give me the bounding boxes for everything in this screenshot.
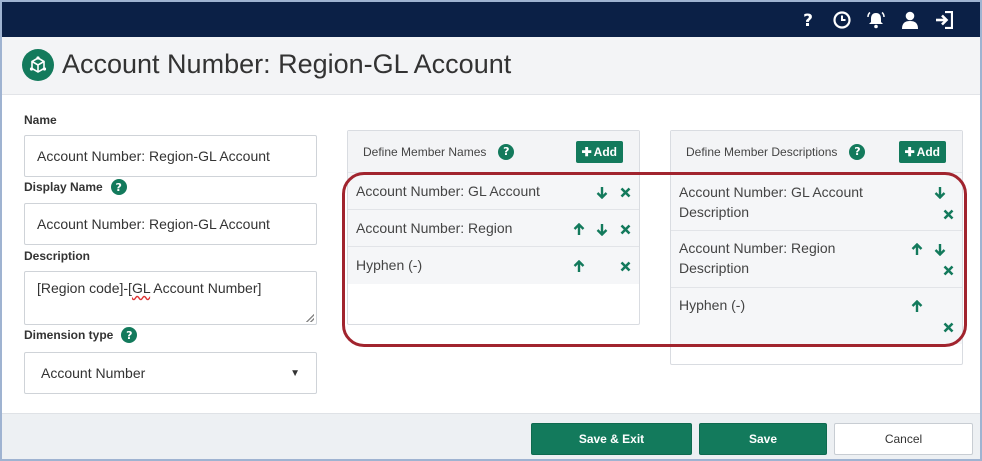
dimension-cube-icon xyxy=(22,49,54,81)
member-name-label: Account Number: GL Account xyxy=(356,183,540,199)
remove-icon[interactable] xyxy=(618,259,632,273)
help-icon[interactable]: ? xyxy=(498,143,515,160)
arrow-down-icon[interactable] xyxy=(933,185,947,199)
remove-icon[interactable] xyxy=(618,185,632,199)
member-description-label: Hyphen (-) xyxy=(679,295,745,315)
notifications-icon[interactable] xyxy=(866,10,886,30)
app-window: ? Account Number: Region-GL Account Name… xyxy=(0,0,982,461)
arrow-up-icon[interactable] xyxy=(910,242,924,256)
save-button[interactable]: Save xyxy=(699,423,827,455)
name-label-text: Name xyxy=(24,113,57,127)
display-name-input[interactable]: Account Number: Region-GL Account xyxy=(24,203,317,245)
remove-icon[interactable] xyxy=(941,320,955,334)
member-name-label: Hyphen (-) xyxy=(356,257,423,273)
remove-icon[interactable] xyxy=(941,263,955,277)
description-line: Account Number: GL Account xyxy=(679,184,863,200)
help-icon[interactable]: ? xyxy=(849,143,866,160)
member-descriptions-panel: Define Member Descriptions ? ✚ Add Accou… xyxy=(670,130,963,365)
plus-icon: ✚ xyxy=(581,145,592,159)
display-name-label: Display Name ? xyxy=(24,179,127,195)
description-line: Hyphen (-) xyxy=(679,297,746,313)
page-header: Account Number: Region-GL Account xyxy=(2,37,980,95)
dimension-type-label: Dimension type ? xyxy=(24,327,138,343)
description-line: Description xyxy=(679,260,750,276)
svg-text:?: ? xyxy=(803,11,813,29)
member-description-label: Account Number: GL Account Description xyxy=(679,182,863,222)
arrow-up-icon[interactable] xyxy=(572,222,586,236)
description-label-text: Description xyxy=(24,249,91,263)
description-text-part: Account Number] xyxy=(150,280,262,296)
description-label: Description xyxy=(24,249,90,263)
description-textarea[interactable]: [Region code]-[GL Account Number] xyxy=(24,271,317,325)
name-input-value: Account Number: Region-GL Account xyxy=(37,148,270,164)
dimension-type-label-text: Dimension type xyxy=(24,328,114,342)
top-navigation-bar: ? xyxy=(2,2,980,37)
add-member-name-button[interactable]: ✚ Add xyxy=(575,141,623,163)
remove-icon[interactable] xyxy=(618,222,632,236)
description-line: Account Number: Region xyxy=(679,240,836,256)
caret-down-icon: ▼ xyxy=(290,367,300,379)
name-label: Name xyxy=(24,113,57,127)
arrow-up-icon[interactable] xyxy=(572,259,586,273)
member-name-label: Account Number: Region xyxy=(356,220,513,236)
spellcheck-word: GL xyxy=(131,280,151,296)
resize-handle[interactable] xyxy=(306,314,314,322)
member-descriptions-header: Define Member Descriptions ? ✚ Add xyxy=(671,131,962,173)
cancel-button[interactable]: Cancel xyxy=(834,423,973,455)
list-item: Account Number: GL Account xyxy=(348,173,639,210)
top-icons: ? xyxy=(798,9,954,31)
display-name-input-value: Account Number: Region-GL Account xyxy=(37,216,270,232)
dimension-type-value: Account Number xyxy=(41,365,146,381)
member-names-title: Define Member Names xyxy=(363,144,487,159)
arrow-down-icon[interactable] xyxy=(933,242,947,256)
list-item: Account Number: GL Account Description xyxy=(671,173,962,231)
sign-out-icon[interactable] xyxy=(934,10,954,30)
help-icon[interactable]: ? xyxy=(798,10,818,30)
description-text-part: [Region code]-[ xyxy=(37,280,132,296)
list-item: Hyphen (-) xyxy=(671,288,962,344)
member-names-header: Define Member Names ? ✚ Add xyxy=(348,131,639,173)
list-item: Account Number: Region Description xyxy=(671,231,962,288)
footer-bar: Save & Exit Save Cancel xyxy=(2,413,980,459)
arrow-down-icon[interactable] xyxy=(595,222,609,236)
arrow-down-icon[interactable] xyxy=(595,185,609,199)
arrow-up-icon[interactable] xyxy=(910,299,924,313)
display-name-label-text: Display Name xyxy=(24,180,103,194)
remove-icon[interactable] xyxy=(941,207,955,221)
help-icon[interactable]: ? xyxy=(121,327,138,343)
history-icon[interactable] xyxy=(832,10,852,30)
list-item: Hyphen (-) xyxy=(348,247,639,284)
page-title: Account Number: Region-GL Account xyxy=(62,49,512,79)
plus-icon: ✚ xyxy=(904,145,915,159)
name-input[interactable]: Account Number: Region-GL Account xyxy=(24,135,317,177)
help-icon[interactable]: ? xyxy=(110,179,127,195)
member-description-label: Account Number: Region Description xyxy=(679,238,835,278)
member-names-panel: Define Member Names ? ✚ Add Account Numb… xyxy=(347,130,640,325)
description-line: Description xyxy=(679,204,750,220)
add-button-label: Add xyxy=(593,145,617,159)
dimension-type-select[interactable]: Account Number ▼ xyxy=(24,352,317,394)
list-item: Account Number: Region xyxy=(348,210,639,247)
add-member-description-button[interactable]: ✚ Add xyxy=(898,141,946,163)
add-button-label: Add xyxy=(916,145,940,159)
user-icon[interactable] xyxy=(900,10,920,30)
save-and-exit-button[interactable]: Save & Exit xyxy=(531,423,692,455)
member-descriptions-title: Define Member Descriptions xyxy=(686,144,838,159)
